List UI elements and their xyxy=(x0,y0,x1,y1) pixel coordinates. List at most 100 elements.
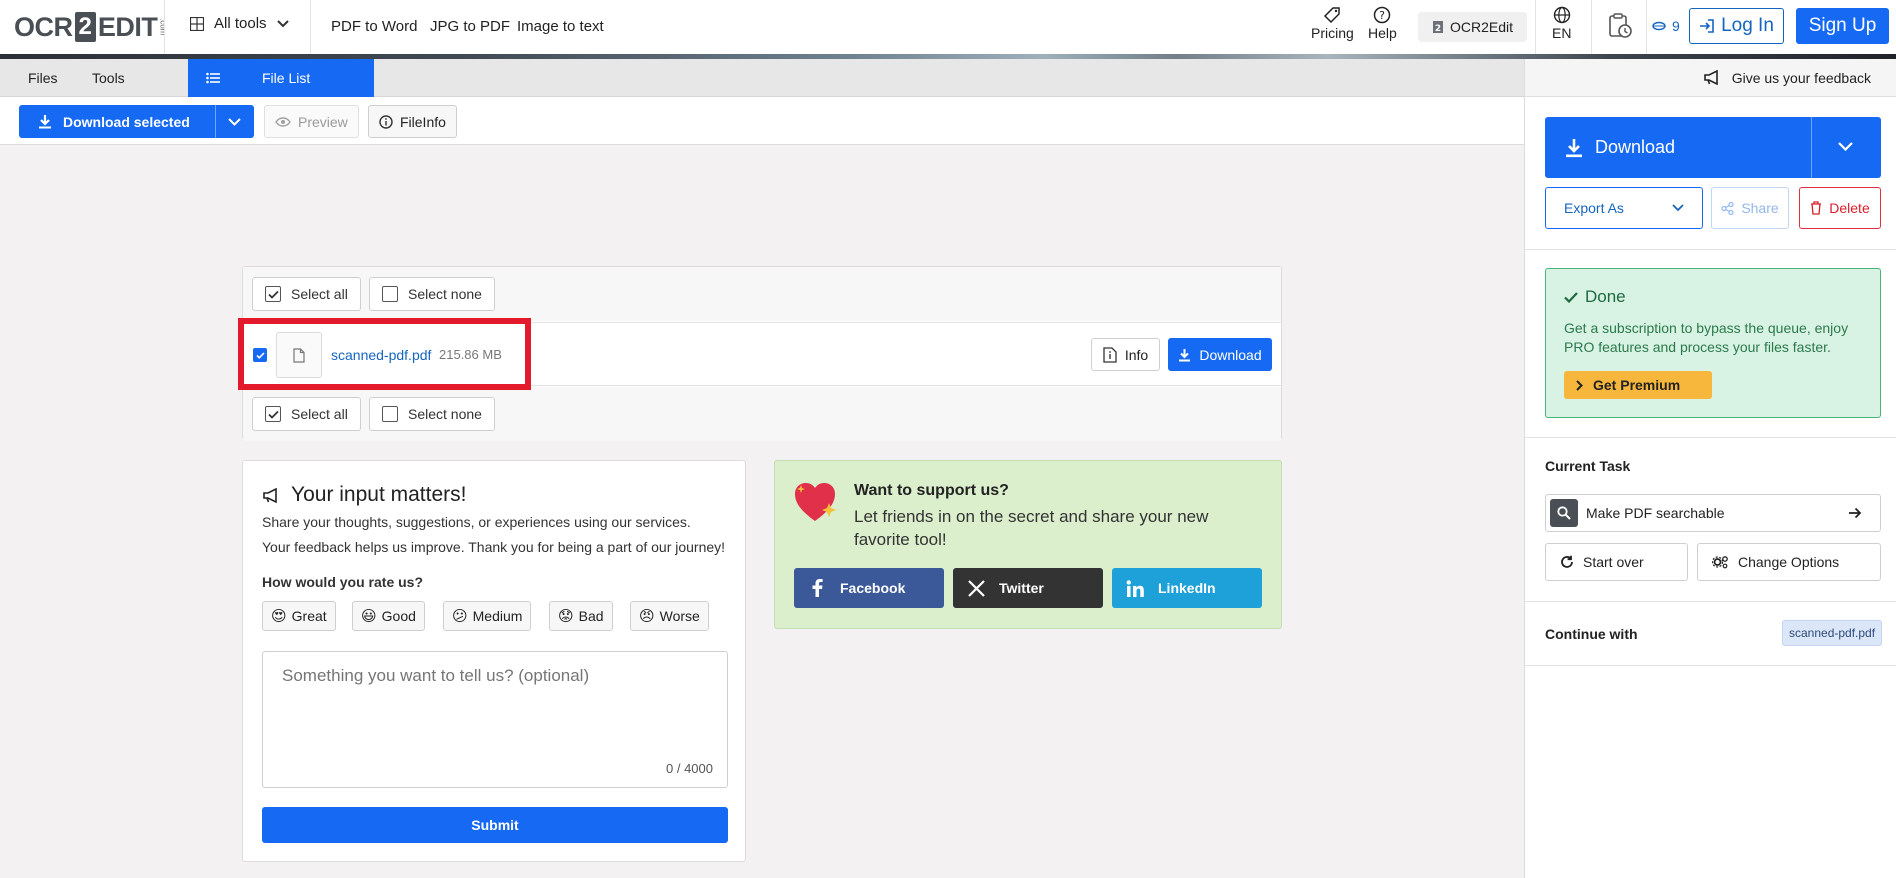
rating-label: Bad xyxy=(578,608,604,624)
select-none-label: Select none xyxy=(408,286,482,302)
start-over-label: Start over xyxy=(1583,554,1644,570)
current-task-heading: Current Task xyxy=(1545,458,1631,474)
select-all-label: Select all xyxy=(291,286,348,302)
globe-icon xyxy=(1553,6,1570,24)
file-toolbar: Download selected Preview FileInfo xyxy=(0,97,1524,145)
selection-row-top: Select all Select none xyxy=(243,267,1281,321)
link-pdf-to-word[interactable]: PDF to Word xyxy=(331,18,417,35)
select-all-button[interactable]: Select all xyxy=(252,397,361,431)
fileinfo-button[interactable]: FileInfo xyxy=(368,105,457,138)
file-info-button[interactable]: Info xyxy=(1091,338,1160,371)
rating-bad-button[interactable]: 😟 Bad xyxy=(549,601,613,631)
done-status-box: Done Get a subscription to bypass the qu… xyxy=(1545,268,1881,418)
download-selected-button[interactable]: Download selected xyxy=(19,105,254,138)
file-checkbox[interactable] xyxy=(253,348,267,362)
preview-button[interactable]: Preview xyxy=(264,105,359,138)
help-link[interactable]: ? Help xyxy=(1368,6,1397,41)
done-message: Get a subscription to bypass the queue, … xyxy=(1564,320,1849,355)
pricing-link[interactable]: Pricing xyxy=(1311,6,1354,41)
tab-tools[interactable]: Tools xyxy=(92,59,125,97)
chevron-down-icon[interactable] xyxy=(228,118,241,126)
signup-button[interactable]: Sign Up xyxy=(1796,8,1889,44)
share-button[interactable]: Share xyxy=(1711,187,1789,229)
submit-feedback-button[interactable]: Submit xyxy=(262,807,728,843)
select-all-label: Select all xyxy=(291,406,348,422)
history-button[interactable] xyxy=(1606,12,1634,41)
main-download-button[interactable]: Download xyxy=(1545,117,1881,178)
select-none-label: Select none xyxy=(408,406,482,422)
credits-indicator[interactable]: 9 xyxy=(1652,18,1680,34)
all-tools-menu[interactable]: All tools xyxy=(190,15,289,32)
start-over-button[interactable]: Start over xyxy=(1545,543,1688,581)
signup-label: Sign Up xyxy=(1808,15,1877,36)
rating-medium-button[interactable]: 😕 Medium xyxy=(443,601,532,631)
divider xyxy=(1535,0,1536,54)
smile-emoji-icon: 😃 xyxy=(361,607,377,625)
main-download-label: Download xyxy=(1595,137,1676,157)
select-none-button[interactable]: Select none xyxy=(369,277,495,311)
delete-label: Delete xyxy=(1829,200,1870,216)
document-icon xyxy=(293,347,305,363)
divider xyxy=(1525,249,1896,250)
megaphone-icon xyxy=(263,487,277,503)
chevron-down-icon[interactable] xyxy=(1838,142,1853,151)
ocr2edit-brand-button[interactable]: 2 OCR2Edit xyxy=(1418,12,1528,42)
rating-good-button[interactable]: 😃 Good xyxy=(352,601,425,631)
empty-box-icon xyxy=(382,286,398,302)
preview-label: Preview xyxy=(298,113,348,130)
checked-box-icon xyxy=(265,286,281,302)
feedback-textarea[interactable] xyxy=(262,651,728,788)
divider xyxy=(1525,665,1896,666)
facebook-share-button[interactable]: Facebook xyxy=(794,568,944,608)
file-row[interactable]: scanned-pdf.pdf 215.86 MB Info Download xyxy=(243,322,1281,386)
linkedin-share-button[interactable]: LinkedIn xyxy=(1112,568,1262,608)
feedback-line-1: Share your thoughts, suggestions, or exp… xyxy=(262,514,691,530)
current-task-button[interactable]: Make PDF searchable xyxy=(1545,494,1881,532)
share-label: Share xyxy=(1741,200,1779,216)
coin-icon xyxy=(1652,21,1666,31)
link-image-to-text[interactable]: Image to text xyxy=(517,18,604,35)
divider xyxy=(1525,601,1896,602)
results-sidebar: Give us your feedback Download Export As… xyxy=(1524,59,1896,878)
rating-great-button[interactable]: 😍 Great xyxy=(262,601,336,631)
continue-file-label: scanned-pdf.pdf xyxy=(1789,626,1876,640)
check-icon xyxy=(1564,291,1578,303)
rating-worse-button[interactable]: 😠 Worse xyxy=(630,601,709,631)
confused-emoji-icon: 😕 xyxy=(452,607,468,625)
download-selected-label: Download selected xyxy=(63,113,190,130)
login-icon xyxy=(1700,19,1714,33)
select-all-button[interactable]: Select all xyxy=(252,277,361,311)
change-options-button[interactable]: Change Options xyxy=(1697,543,1881,581)
link-jpg-to-pdf[interactable]: JPG to PDF xyxy=(430,18,510,35)
tab-files[interactable]: Files xyxy=(28,59,58,97)
ocr2edit-logo[interactable]: OCR 2 EDIT .com xyxy=(14,11,167,43)
file-name-link[interactable]: scanned-pdf.pdf xyxy=(331,347,431,363)
help-icon: ? xyxy=(1374,6,1391,24)
delete-button[interactable]: Delete xyxy=(1799,187,1881,229)
megaphone-icon xyxy=(1703,70,1718,85)
file-size: 215.86 MB xyxy=(439,347,502,362)
split-divider xyxy=(1811,117,1812,178)
split-divider xyxy=(215,105,216,138)
eye-icon xyxy=(275,116,291,127)
file-download-button[interactable]: Download xyxy=(1168,338,1272,371)
tab-file-list[interactable]: File List xyxy=(188,59,374,97)
linkedin-label: LinkedIn xyxy=(1158,580,1216,596)
refresh-icon xyxy=(1561,555,1573,568)
tab-file-list-label: File List xyxy=(262,70,311,86)
give-feedback-link[interactable]: Give us your feedback xyxy=(1525,59,1896,97)
rating-label: Medium xyxy=(472,608,523,624)
export-as-dropdown[interactable]: Export As xyxy=(1545,187,1703,229)
get-premium-button[interactable]: Get Premium xyxy=(1564,371,1712,399)
svg-text:?: ? xyxy=(1379,9,1385,22)
language-selector[interactable]: EN xyxy=(1552,6,1571,41)
file-thumbnail[interactable] xyxy=(276,332,322,378)
selection-row-bottom: Select all Select none xyxy=(243,387,1281,441)
select-none-button[interactable]: Select none xyxy=(369,397,495,431)
continue-file-chip[interactable]: scanned-pdf.pdf xyxy=(1782,620,1883,646)
change-options-label: Change Options xyxy=(1738,554,1840,570)
twitter-share-button[interactable]: Twitter xyxy=(953,568,1103,608)
x-twitter-icon xyxy=(967,579,985,597)
login-button[interactable]: Log In xyxy=(1689,8,1784,44)
chevron-right-icon xyxy=(1576,379,1583,391)
